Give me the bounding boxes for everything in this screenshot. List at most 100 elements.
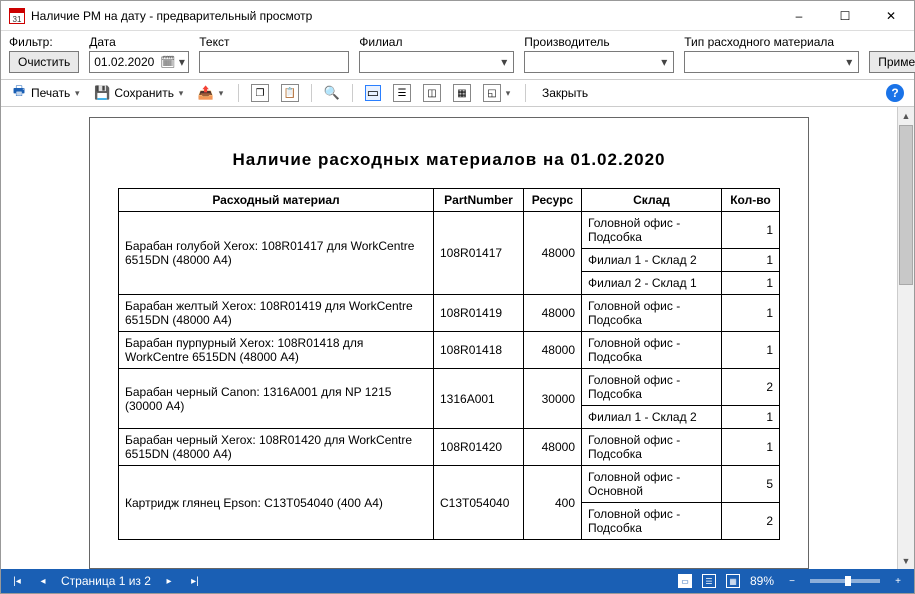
next-page-button[interactable]: ▸ bbox=[161, 573, 177, 589]
titlebar: Наличие РМ на дату - предварительный про… bbox=[1, 1, 914, 31]
header-warehouse: Склад bbox=[582, 189, 722, 212]
branch-value bbox=[360, 52, 495, 72]
vendor-value bbox=[525, 52, 655, 72]
paste-button[interactable]: 📋 bbox=[277, 82, 303, 104]
header-qty: Кол-во bbox=[722, 189, 780, 212]
print-button[interactable]: 🖶 Печать ▾ bbox=[7, 82, 86, 104]
view-mode-continuous[interactable]: ☰ bbox=[702, 574, 716, 588]
prev-page-button[interactable]: ◂ bbox=[35, 573, 51, 589]
zoom-level: 89% bbox=[750, 574, 774, 588]
zoom-slider-thumb[interactable] bbox=[845, 576, 851, 586]
cell-qty: 1 bbox=[722, 272, 780, 295]
cell-warehouse: Филиал 2 - Склад 1 bbox=[582, 272, 722, 295]
vendor-label: Производитель bbox=[524, 35, 674, 49]
filter-label: Фильтр: bbox=[9, 35, 79, 49]
cell-warehouse: Головной офис - Подсобка bbox=[582, 503, 722, 540]
date-field[interactable]: 🗓 ▾ bbox=[89, 51, 189, 73]
minimize-button[interactable]: – bbox=[776, 1, 822, 31]
copy-button[interactable]: ❐ bbox=[247, 82, 273, 104]
app-icon bbox=[9, 8, 25, 24]
scroll-up-button[interactable]: ▲ bbox=[898, 107, 914, 124]
help-button[interactable]: ? bbox=[882, 82, 908, 104]
zoom-out-button[interactable]: − bbox=[784, 573, 800, 589]
cell-name: Барабан черный Canon: 1316A001 для NP 12… bbox=[119, 369, 434, 429]
close-button[interactable]: ✕ bbox=[868, 1, 914, 31]
report-table: Расходный материал PartNumber Ресурс Скл… bbox=[118, 188, 780, 540]
cell-qty: 1 bbox=[722, 295, 780, 332]
cell-resource: 400 bbox=[524, 466, 582, 540]
chevron-down-icon: ▾ bbox=[495, 52, 513, 72]
cell-name: Барабан пурпурный Xerox: 108R01418 для W… bbox=[119, 332, 434, 369]
two-page-icon: ◫ bbox=[423, 84, 441, 102]
save-button[interactable]: 💾 Сохранить ▾ bbox=[90, 82, 190, 104]
zoom-in-button[interactable]: + bbox=[890, 573, 906, 589]
view-mode-single[interactable]: ▭ bbox=[678, 574, 692, 588]
two-page-button[interactable]: ◫ bbox=[419, 82, 445, 104]
separator bbox=[238, 84, 239, 102]
copy-icon: ❐ bbox=[251, 84, 269, 102]
continuous-button[interactable]: ☰ bbox=[389, 82, 415, 104]
help-icon: ? bbox=[886, 84, 904, 102]
type-combo[interactable]: ▾ bbox=[684, 51, 859, 73]
table-row: Картридж глянец Epson: C13T054040 (400 А… bbox=[119, 466, 780, 503]
chevron-down-icon: ▾ bbox=[176, 88, 186, 99]
calendar-icon[interactable]: 🗓 bbox=[160, 52, 175, 72]
scroll-thumb[interactable] bbox=[899, 125, 913, 285]
zoom-slider[interactable] bbox=[810, 579, 880, 583]
first-page-button[interactable]: |◂ bbox=[9, 573, 25, 589]
search-icon: 🔍 bbox=[324, 85, 340, 101]
cell-name: Барабан желтый Xerox: 108R01419 для Work… bbox=[119, 295, 434, 332]
vertical-scrollbar[interactable]: ▲ ▼ bbox=[897, 107, 914, 569]
chevron-down-icon: ▾ bbox=[655, 52, 673, 72]
cell-partnumber: 108R01420 bbox=[434, 429, 524, 466]
continuous-icon: ☰ bbox=[393, 84, 411, 102]
cell-qty: 1 bbox=[722, 332, 780, 369]
text-field[interactable] bbox=[199, 51, 349, 73]
maximize-button[interactable]: ☐ bbox=[822, 1, 868, 31]
cell-resource: 48000 bbox=[524, 212, 582, 295]
cell-qty: 1 bbox=[722, 249, 780, 272]
cell-name: Барабан голубой Xerox: 108R01417 для Wor… bbox=[119, 212, 434, 295]
cell-qty: 1 bbox=[722, 406, 780, 429]
branch-combo[interactable]: ▾ bbox=[359, 51, 514, 73]
scroll-track[interactable] bbox=[898, 286, 914, 552]
report-title: Наличие расходных материалов на 01.02.20… bbox=[118, 150, 780, 170]
date-dropdown-icon[interactable]: ▾ bbox=[175, 52, 188, 72]
table-row: Барабан желтый Xerox: 108R01419 для Work… bbox=[119, 295, 780, 332]
close-preview-button[interactable]: Закрыть bbox=[534, 82, 592, 104]
cell-warehouse: Головной офис - Подсобка bbox=[582, 332, 722, 369]
find-button[interactable]: 🔍 bbox=[320, 82, 344, 104]
single-page-button[interactable]: ▭ bbox=[361, 82, 385, 104]
save-icon: 💾 bbox=[94, 85, 110, 101]
cell-qty: 2 bbox=[722, 369, 780, 406]
header-partnumber: PartNumber bbox=[434, 189, 524, 212]
multi-page-button[interactable]: ▦ bbox=[449, 82, 475, 104]
date-input[interactable] bbox=[90, 52, 160, 72]
clear-filter-button[interactable]: Очистить bbox=[9, 51, 79, 73]
cell-qty: 5 bbox=[722, 466, 780, 503]
preview-scroll[interactable]: Наличие расходных материалов на 01.02.20… bbox=[1, 107, 897, 569]
separator bbox=[352, 84, 353, 102]
cell-warehouse: Головной офис - Подсобка bbox=[582, 212, 722, 249]
vendor-combo[interactable]: ▾ bbox=[524, 51, 674, 73]
header-name: Расходный материал bbox=[119, 189, 434, 212]
zoom-icon: ◱ bbox=[483, 84, 501, 102]
export-button[interactable]: 📤 ▾ bbox=[194, 82, 230, 104]
chevron-down-icon: ▾ bbox=[840, 52, 858, 72]
view-mode-multi[interactable]: ▦ bbox=[726, 574, 740, 588]
paste-icon: 📋 bbox=[281, 84, 299, 102]
scroll-down-button[interactable]: ▼ bbox=[898, 552, 914, 569]
text-input[interactable] bbox=[200, 52, 348, 72]
zoom-dropdown[interactable]: ◱▾ bbox=[479, 82, 517, 104]
cell-name: Барабан черный Xerox: 108R01420 для Work… bbox=[119, 429, 434, 466]
apply-filter-button[interactable]: Применить bbox=[869, 51, 915, 73]
cell-resource: 48000 bbox=[524, 332, 582, 369]
last-page-button[interactable]: ▸| bbox=[187, 573, 203, 589]
cell-warehouse: Головной офис - Основной bbox=[582, 466, 722, 503]
cell-qty: 1 bbox=[722, 212, 780, 249]
type-value bbox=[685, 52, 840, 72]
single-page-icon: ▭ bbox=[365, 85, 381, 101]
chevron-down-icon: ▾ bbox=[216, 88, 226, 99]
cell-name: Картридж глянец Epson: C13T054040 (400 А… bbox=[119, 466, 434, 540]
cell-resource: 48000 bbox=[524, 295, 582, 332]
